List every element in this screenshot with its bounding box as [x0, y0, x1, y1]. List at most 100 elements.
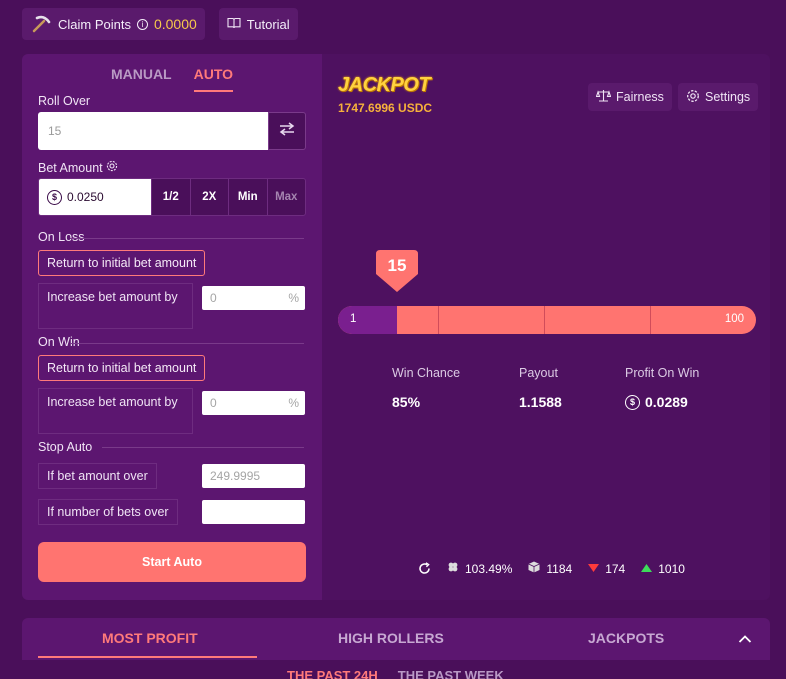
payout-stat: Payout 1.1588 — [519, 366, 562, 410]
tab-past-24h[interactable]: THE PAST 24H — [287, 668, 378, 679]
chevron-up-icon[interactable] — [738, 631, 752, 649]
jackpot-logo: JACKPOT — [338, 74, 431, 96]
bet-amount-group: $ 0.0250 1/2 2X Min Max — [38, 178, 306, 216]
roll-over-input[interactable]: 15 — [38, 112, 268, 150]
roll-slider[interactable]: 1 100 — [338, 306, 756, 334]
clover-icon — [447, 561, 459, 576]
period-tabs: THE PAST 24H THE PAST WEEK — [287, 668, 504, 679]
down-arrow-icon — [588, 562, 600, 576]
swap-direction-button[interactable] — [268, 112, 306, 150]
on-win-increase-option[interactable]: Increase bet amount by — [38, 388, 193, 434]
bets-value: 1184 — [546, 561, 573, 576]
bet-amount-value: 0.0250 — [67, 190, 104, 204]
tab-manual[interactable]: MANUAL — [111, 64, 172, 92]
on-win-label: On Win — [38, 335, 80, 349]
on-loss-increase-value: 0 — [210, 291, 217, 305]
settings-gear-icon — [686, 89, 700, 106]
refresh-icon — [419, 562, 430, 574]
slider-lose-range — [338, 306, 397, 334]
tab-past-week[interactable]: THE PAST WEEK — [398, 668, 504, 679]
claim-points-button[interactable]: Claim Points i 0.0000 — [22, 8, 205, 40]
slider-max-label: 100 — [724, 313, 744, 325]
on-loss-return-button[interactable]: Return to initial bet amount — [38, 250, 206, 276]
roll-marker-value: 15 — [387, 256, 407, 275]
bet-amount-label: Bet Amount — [38, 160, 103, 175]
claim-points-value: 0.0000 — [153, 16, 197, 32]
bets-stat: 1184 — [528, 561, 572, 576]
max-bet-button[interactable]: Max — [266, 179, 306, 215]
top-bar: Claim Points i 0.0000 Tutorial — [22, 8, 298, 40]
pickaxe-icon — [30, 13, 52, 35]
tab-high-rollers[interactable]: HIGH ROLLERS — [338, 630, 444, 646]
on-loss-percent-unit: % — [288, 291, 299, 305]
profit-value: 0.0289 — [645, 394, 688, 410]
jackpot-amount: 1747.6996 USDC — [338, 101, 433, 115]
stop-auto-label: Stop Auto — [38, 440, 93, 454]
half-bet-button[interactable]: 1/2 — [151, 179, 190, 215]
slider-tick — [544, 306, 545, 334]
usdc-coin-icon: $ — [47, 189, 62, 205]
tab-most-profit[interactable]: MOST PROFIT — [102, 630, 198, 646]
on-win-percent-unit: % — [288, 396, 299, 410]
mode-tabs: MANUAL AUTO — [22, 64, 322, 92]
win-chance-stat: Win Chance 85% — [392, 366, 460, 410]
profit-stat: Profit On Win $ 0.0289 — [625, 366, 699, 410]
refresh-stats-button[interactable] — [418, 562, 431, 575]
active-tab-indicator — [38, 656, 257, 658]
stop-auto-divider — [102, 447, 304, 448]
leaderboard-tabs: MOST PROFIT HIGH ROLLERS JACKPOTS — [22, 618, 770, 660]
on-win-return-button[interactable]: Return to initial bet amount — [38, 355, 206, 381]
losses-value: 174 — [605, 561, 626, 576]
wins-value: 1010 — [658, 561, 685, 576]
slider-tick — [438, 306, 439, 334]
luck-stat: 103.49% — [447, 561, 512, 576]
claim-points-label: Claim Points — [58, 16, 131, 32]
stop-bets-over-input[interactable] — [202, 500, 305, 524]
on-loss-divider — [70, 238, 304, 239]
tutorial-button[interactable]: Tutorial — [218, 8, 298, 40]
double-bet-button[interactable]: 2X — [189, 179, 229, 215]
scale-icon — [595, 89, 612, 105]
min-bet-button[interactable]: Min — [228, 179, 267, 215]
tab-auto[interactable]: AUTO — [193, 64, 234, 92]
slider-tick — [650, 306, 651, 334]
swap-icon — [279, 121, 295, 141]
bet-panel: MANUAL AUTO Roll Over 15 Bet Amount $ 0.… — [22, 54, 322, 600]
payout-value: 1.1588 — [519, 394, 562, 410]
stop-amount-over-input[interactable]: 249.9995 — [202, 464, 305, 488]
wins-stat: 1010 — [641, 562, 685, 576]
info-icon[interactable]: i — [136, 18, 148, 30]
on-loss-increase-input[interactable]: 0 % — [202, 286, 305, 310]
bet-amount-input[interactable]: $ 0.0250 — [39, 179, 151, 215]
win-chance-label: Win Chance — [392, 366, 461, 380]
payout-label: Payout — [519, 366, 558, 380]
profit-value-row: $ 0.0289 — [625, 394, 699, 410]
game-panel: JACKPOT 1747.6996 USDC Fairness Settings… — [322, 54, 770, 600]
bet-amount-label-wrap: Bet Amount — [38, 160, 118, 175]
profit-label: Profit On Win — [625, 366, 700, 380]
fairness-button[interactable]: Fairness — [588, 83, 672, 111]
start-auto-button[interactable]: Start Auto — [38, 542, 306, 582]
on-win-increase-value: 0 — [210, 396, 217, 410]
luck-value: 103.49% — [465, 561, 513, 576]
up-arrow-icon — [641, 562, 653, 576]
win-chance-value: 85% — [392, 394, 421, 410]
settings-button[interactable]: Settings — [678, 83, 759, 111]
session-stats: 103.49% 1184 174 1010 — [418, 561, 695, 576]
fairness-label: Fairness — [616, 90, 664, 104]
stop-amount-over-label: If bet amount over — [38, 463, 157, 489]
on-loss-increase-option[interactable]: Increase bet amount by — [38, 283, 193, 329]
book-icon — [227, 17, 241, 32]
on-loss-label: On Loss — [38, 230, 85, 244]
roll-over-label: Roll Over — [38, 94, 91, 108]
tab-jackpots[interactable]: JACKPOTS — [588, 630, 664, 646]
gear-icon[interactable] — [106, 160, 118, 175]
usdc-coin-icon: $ — [625, 394, 640, 410]
on-win-divider — [70, 343, 304, 344]
stop-bets-over-label: If number of bets over — [38, 499, 178, 525]
losses-stat: 174 — [588, 562, 625, 576]
settings-label: Settings — [705, 90, 751, 104]
slider-min-label: 1 — [350, 313, 357, 325]
on-win-increase-input[interactable]: 0 % — [202, 391, 305, 415]
dice-icon — [528, 561, 541, 576]
